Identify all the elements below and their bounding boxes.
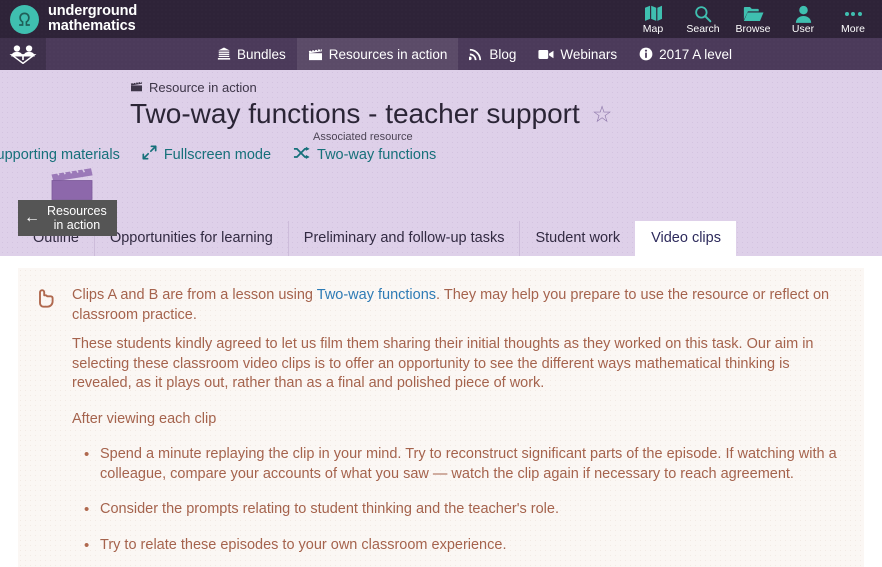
header-action-links: Printable/supporting materials Fullscree… bbox=[0, 131, 882, 164]
paragraph-2: These students kindly agreed to let us f… bbox=[72, 336, 814, 391]
subnav-label-resources-in-action: Resources in action bbox=[328, 46, 448, 62]
resource-type-label: Resource in action bbox=[149, 80, 257, 95]
folder-open-icon bbox=[743, 4, 764, 23]
list-item: Consider the prompts relating to student… bbox=[84, 500, 844, 520]
subnav-label-bundles: Bundles bbox=[237, 46, 286, 62]
tab-student-work-label: Student work bbox=[535, 230, 621, 246]
topnav-item-map[interactable]: Map bbox=[628, 0, 678, 38]
expand-arrows-icon bbox=[142, 145, 157, 164]
tab-opportunities-for-learning[interactable]: Opportunities for learning bbox=[93, 221, 288, 256]
topnav-label-browse: Browse bbox=[735, 23, 771, 35]
list-item: Try to relate these episodes to your own… bbox=[84, 536, 844, 556]
subnav-label-blog: Blog bbox=[489, 46, 517, 62]
map-icon bbox=[644, 4, 663, 23]
people-heart-icon[interactable] bbox=[0, 38, 46, 70]
resource-type-eyebrow: Resource in action bbox=[130, 80, 882, 95]
pointing-hand-icon bbox=[36, 286, 70, 567]
subnav-label-2017-a-level: 2017 A level bbox=[659, 46, 732, 62]
user-icon bbox=[795, 4, 812, 23]
subnav-label-webinars: Webinars bbox=[560, 46, 618, 62]
back-button-line-2: in action bbox=[53, 218, 101, 232]
topnav-item-search[interactable]: Search bbox=[678, 0, 728, 38]
site-logo[interactable]: underground mathematics bbox=[0, 4, 137, 34]
intro-paragraph: Clips A and B are from a lesson using Tw… bbox=[72, 286, 844, 325]
rss-feed-icon bbox=[469, 47, 483, 61]
fullscreen-mode-label: Fullscreen mode bbox=[163, 146, 272, 163]
topnav-label-search: Search bbox=[686, 23, 720, 35]
topnav-label-more: More bbox=[841, 23, 865, 35]
back-to-resources-in-action-button[interactable]: ← Resources in action bbox=[18, 200, 117, 236]
associated-resource-caption: Associated resource bbox=[313, 131, 413, 143]
subnav-item-2017-a-level[interactable]: 2017 A level bbox=[628, 38, 743, 70]
star-outline-icon[interactable]: ☆ bbox=[592, 102, 613, 126]
video-clips-panel: Clips A and B are from a lesson using Tw… bbox=[18, 268, 864, 567]
shuffle-icon bbox=[293, 146, 310, 164]
arrow-left-icon: ← bbox=[24, 209, 40, 226]
after-viewing-list: Spend a minute replaying the clip in you… bbox=[72, 445, 844, 555]
topnav-item-more[interactable]: More bbox=[828, 0, 878, 38]
video-camera-icon bbox=[538, 49, 554, 60]
topnav-item-browse[interactable]: Browse bbox=[728, 0, 778, 38]
topnav-label-user: User bbox=[791, 23, 815, 35]
tab-preliminary-and-follow-up-tasks[interactable]: Preliminary and follow-up tasks bbox=[287, 221, 520, 256]
subnav-item-bundles[interactable]: Bundles bbox=[206, 38, 297, 70]
brand-line-1: underground bbox=[48, 3, 138, 19]
clapperboard-small-icon bbox=[130, 80, 143, 95]
bundles-icon bbox=[217, 47, 231, 61]
secondary-navigation: Bundles Resources in action Blog Webinar… bbox=[0, 38, 882, 70]
subnav-item-blog[interactable]: Blog bbox=[458, 38, 527, 70]
two-way-functions-inline-link[interactable]: Two-way functions bbox=[317, 287, 436, 303]
page-header: ← Resources in action Resource in action… bbox=[0, 70, 882, 256]
tab-student-work[interactable]: Student work bbox=[519, 221, 635, 256]
content-area: Clips A and B are from a lesson using Tw… bbox=[0, 256, 882, 567]
intro-pre-text: Clips A and B are from a lesson using bbox=[72, 287, 317, 303]
secondary-nav-items: Bundles Resources in action Blog Webinar… bbox=[206, 38, 743, 70]
top-navigation: Map Search Browse User More bbox=[628, 0, 878, 38]
brand-line-2: mathematics bbox=[48, 18, 136, 34]
info-circle-icon bbox=[639, 47, 653, 61]
tab-preliminary-and-follow-up-tasks-label: Preliminary and follow-up tasks bbox=[303, 230, 505, 246]
list-item: Spend a minute replaying the clip in you… bbox=[84, 445, 844, 484]
tab-video-clips-label: Video clips bbox=[651, 230, 721, 246]
topnav-item-user[interactable]: User bbox=[778, 0, 828, 38]
list-heading: After viewing each clip bbox=[72, 410, 217, 427]
omega-logo-icon bbox=[10, 4, 39, 34]
associated-resource-link[interactable]: Associated resource Two-way functions bbox=[293, 131, 437, 164]
back-button-line-1: Resources bbox=[47, 204, 107, 218]
printable-supporting-materials-link[interactable]: Printable/supporting materials bbox=[0, 145, 120, 164]
top-brand-bar: underground mathematics Map Search Brows… bbox=[0, 0, 882, 38]
tab-video-clips[interactable]: Video clips bbox=[635, 221, 736, 256]
printable-supporting-materials-label: Printable/supporting materials bbox=[0, 146, 120, 163]
clapperboard-icon bbox=[308, 47, 323, 61]
brand-text: underground mathematics bbox=[48, 4, 137, 34]
search-icon bbox=[694, 4, 712, 23]
page-title: Two-way functions - teacher support ☆ bbox=[130, 97, 882, 131]
fullscreen-mode-link[interactable]: Fullscreen mode bbox=[142, 145, 271, 164]
panel-body: Clips A and B are from a lesson using Tw… bbox=[70, 286, 844, 567]
page-header-main: Resource in action Two-way functions - t… bbox=[0, 70, 882, 131]
tab-opportunities-for-learning-label: Opportunities for learning bbox=[109, 230, 273, 246]
associated-resource-label: Two-way functions bbox=[317, 147, 437, 163]
page-title-text: Two-way functions - teacher support bbox=[130, 98, 580, 129]
subnav-item-webinars[interactable]: Webinars bbox=[527, 38, 628, 70]
more-dots-icon bbox=[844, 4, 862, 23]
subnav-item-resources-in-action[interactable]: Resources in action bbox=[296, 38, 459, 70]
topnav-label-map: Map bbox=[642, 23, 664, 35]
